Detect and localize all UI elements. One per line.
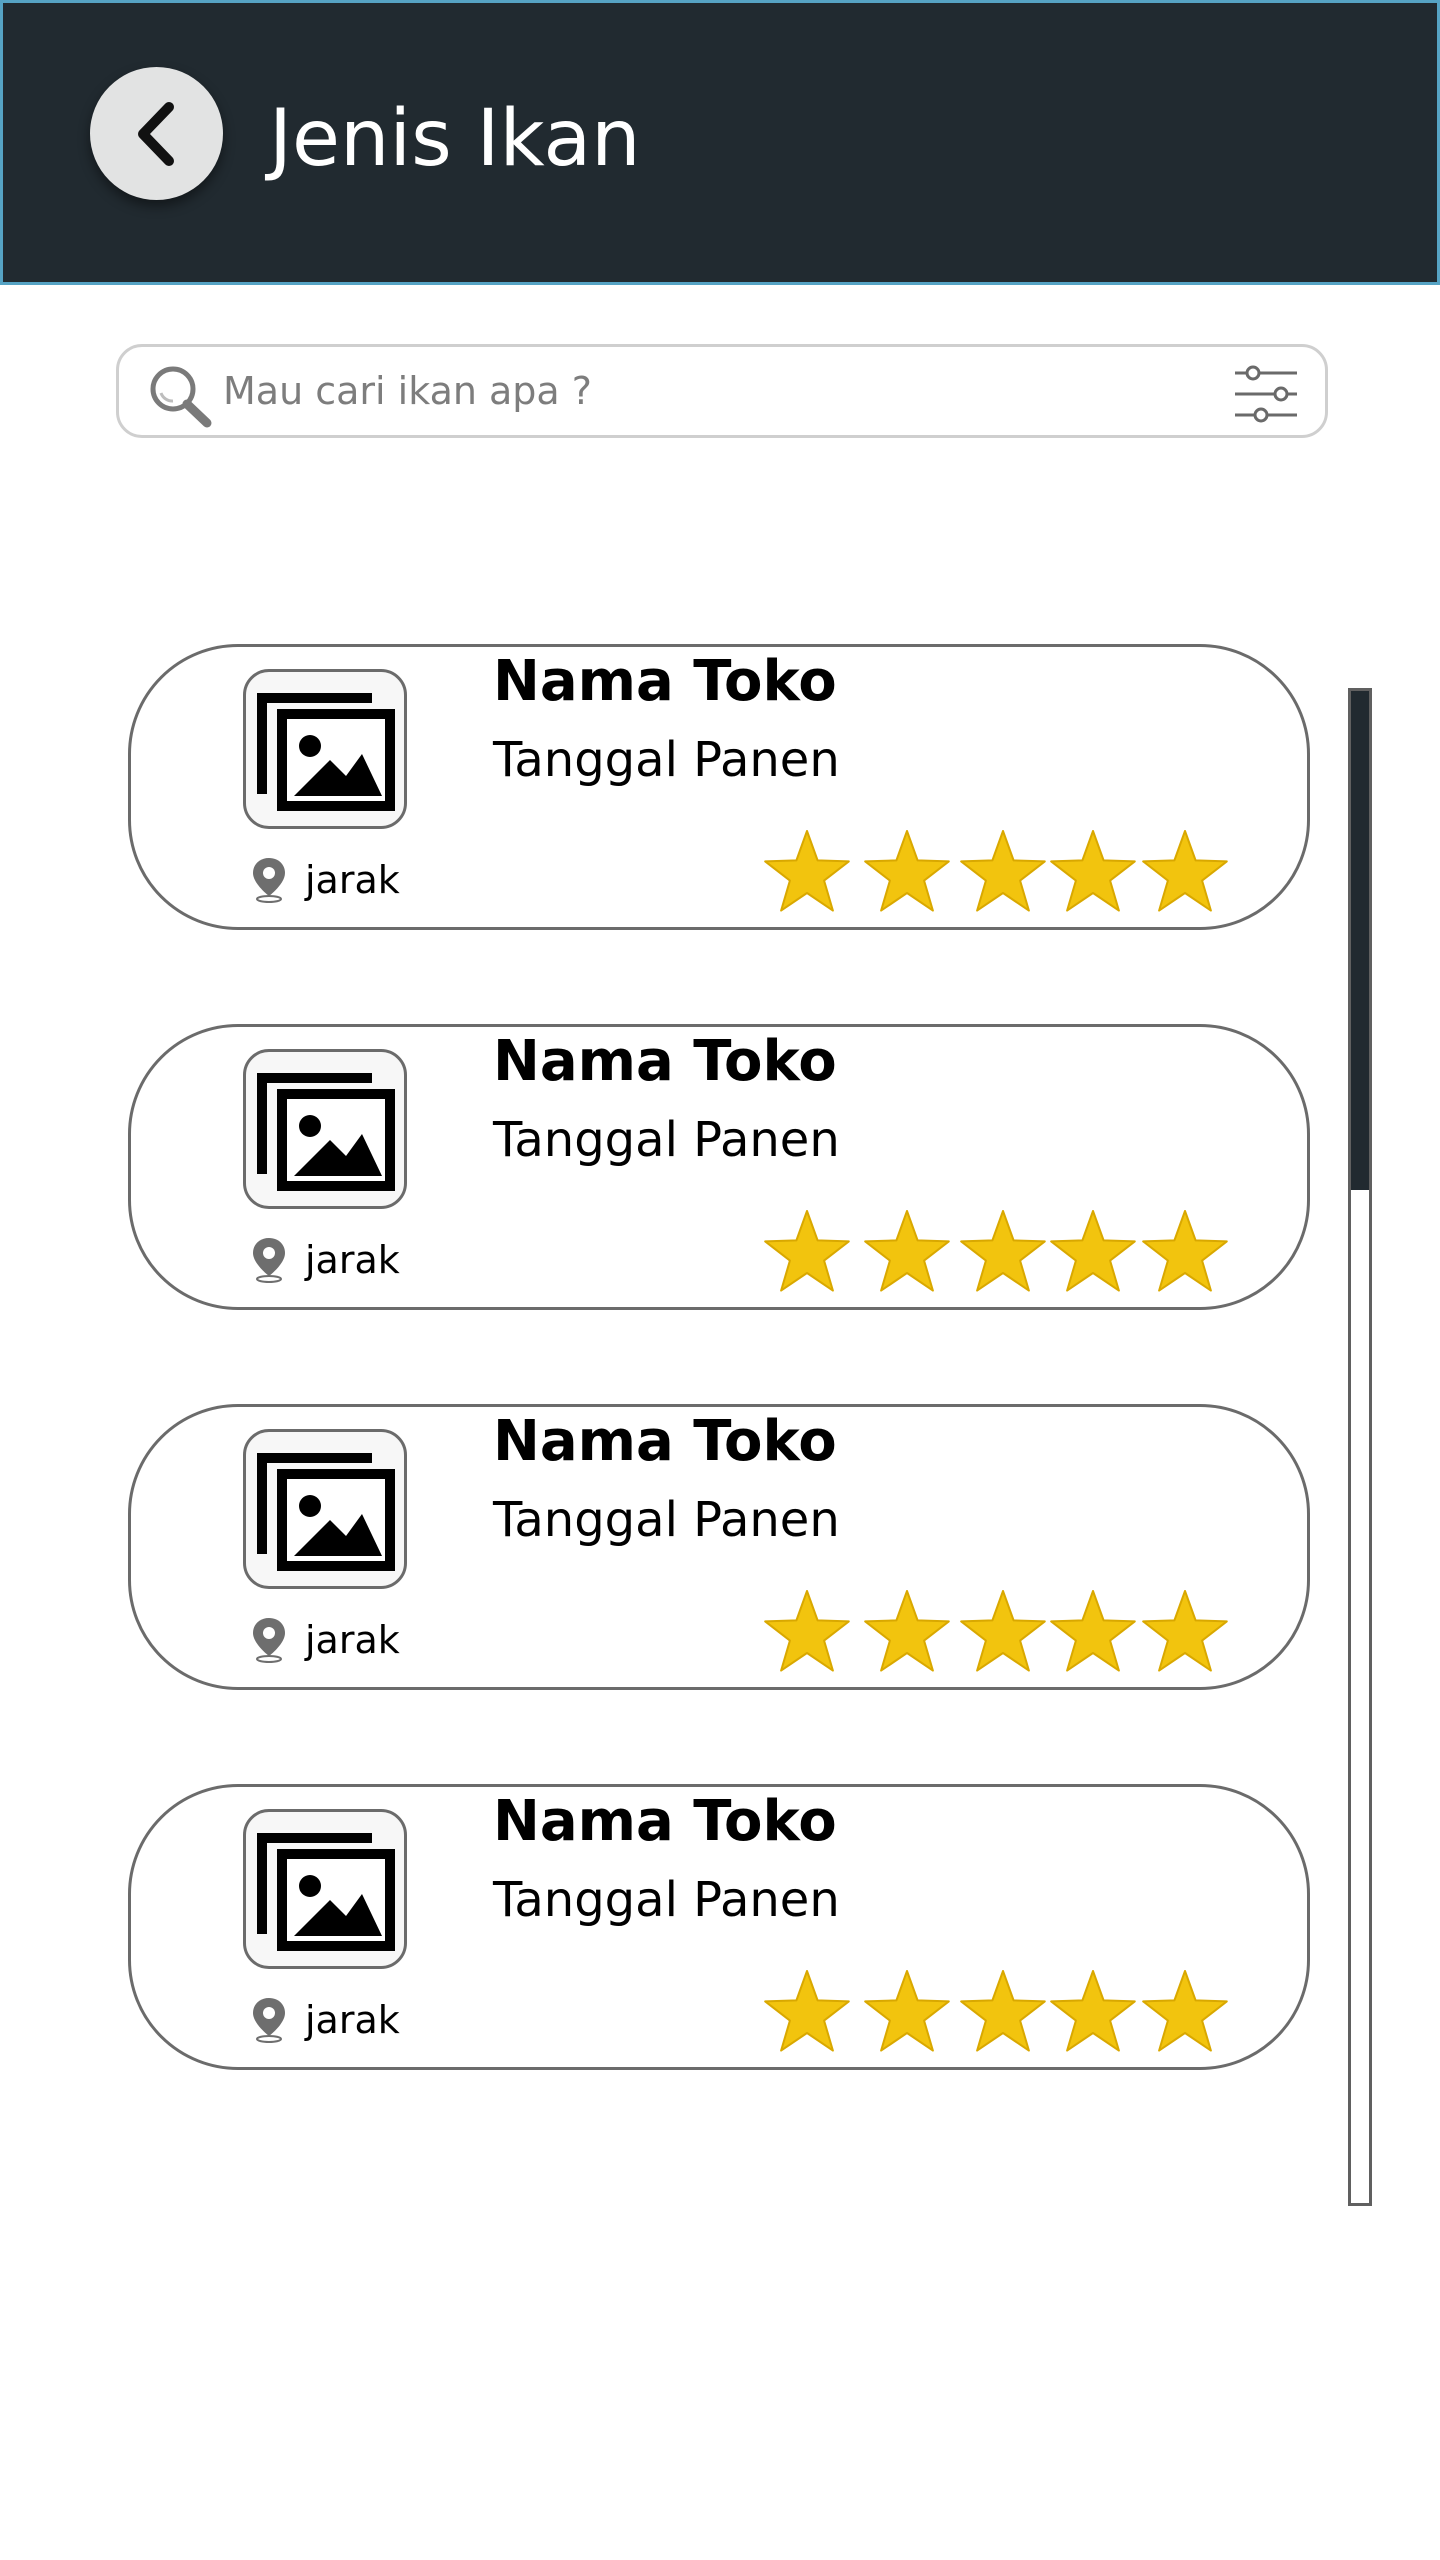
star-icon — [864, 1970, 950, 2052]
map-pin-icon — [253, 858, 285, 903]
store-name: Nama Toko — [493, 1029, 837, 1094]
harvest-date: Tanggal Panen — [493, 732, 840, 788]
star-icon — [960, 1970, 1046, 2052]
star-icon — [764, 1210, 850, 1292]
image-gallery-icon — [257, 1073, 395, 1191]
star-icon — [1142, 1970, 1228, 2052]
app-header: Jenis Ikan — [0, 0, 1440, 285]
harvest-date: Tanggal Panen — [493, 1492, 840, 1548]
distance-label: jarak — [305, 1238, 400, 1282]
star-icon — [1050, 1210, 1136, 1292]
scrollbar-thumb[interactable] — [1351, 691, 1369, 1190]
star-icon — [1142, 830, 1228, 912]
search-bar[interactable] — [116, 344, 1328, 438]
star-icon — [764, 1590, 850, 1672]
location: jarak — [249, 855, 400, 905]
map-pin-icon — [253, 1238, 285, 1283]
star-icon — [960, 1590, 1046, 1672]
search-icon — [150, 366, 212, 428]
chevron-left-icon — [137, 101, 174, 166]
star-icon — [764, 830, 850, 912]
store-image-placeholder — [243, 1429, 407, 1589]
star-icon — [864, 830, 950, 912]
star-icon — [1050, 1970, 1136, 2052]
harvest-date: Tanggal Panen — [493, 1112, 840, 1168]
rating-stars — [761, 1587, 1241, 1683]
rating-stars — [761, 827, 1241, 923]
image-gallery-icon — [257, 1833, 395, 1951]
rating-stars — [761, 1207, 1241, 1303]
store-image-placeholder — [243, 669, 407, 829]
image-gallery-icon — [257, 1453, 395, 1571]
location: jarak — [249, 1235, 400, 1285]
store-card[interactable]: Nama Toko Tanggal Panen jarak — [128, 644, 1310, 930]
sliders-icon[interactable] — [1231, 359, 1301, 429]
search-input[interactable] — [223, 357, 1223, 425]
rating-stars — [761, 1967, 1241, 2063]
star-icon — [864, 1210, 950, 1292]
location: jarak — [249, 1995, 400, 2045]
star-icon — [1050, 1590, 1136, 1672]
star-icon — [764, 1970, 850, 2052]
map-pin-icon — [253, 1618, 285, 1663]
star-icon — [1142, 1210, 1228, 1292]
store-name: Nama Toko — [493, 1409, 837, 1474]
scrollbar-track[interactable] — [1348, 688, 1372, 2206]
store-image-placeholder — [243, 1049, 407, 1209]
back-button[interactable] — [90, 67, 223, 200]
star-icon — [1050, 830, 1136, 912]
location: jarak — [249, 1615, 400, 1665]
store-image-placeholder — [243, 1809, 407, 1969]
star-icon — [960, 830, 1046, 912]
map-pin-icon — [253, 1998, 285, 2043]
image-gallery-icon — [257, 693, 395, 811]
distance-label: jarak — [305, 1618, 400, 1662]
page-title: Jenis Ikan — [269, 94, 641, 184]
store-card[interactable]: Nama Toko Tanggal Panen jarak — [128, 1404, 1310, 1690]
store-name: Nama Toko — [493, 649, 837, 714]
star-icon — [1142, 1590, 1228, 1672]
star-icon — [960, 1210, 1046, 1292]
star-icon — [864, 1590, 950, 1672]
harvest-date: Tanggal Panen — [493, 1872, 840, 1928]
store-card[interactable]: Nama Toko Tanggal Panen jarak — [128, 1784, 1310, 2070]
store-name: Nama Toko — [493, 1789, 837, 1854]
distance-label: jarak — [305, 1998, 400, 2042]
store-card[interactable]: Nama Toko Tanggal Panen jarak — [128, 1024, 1310, 1310]
distance-label: jarak — [305, 858, 400, 902]
